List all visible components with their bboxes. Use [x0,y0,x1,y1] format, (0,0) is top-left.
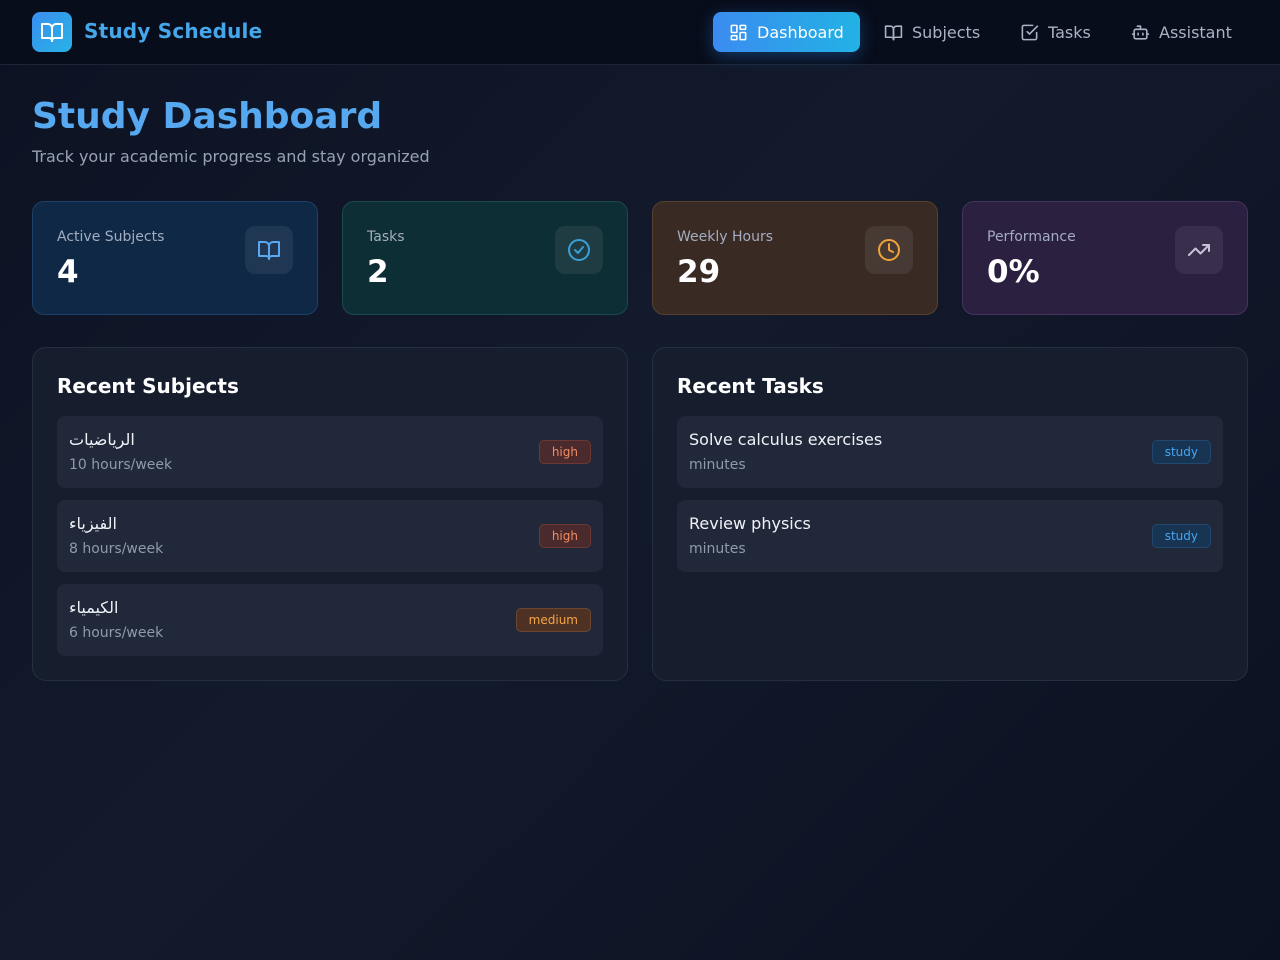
stat-icon-wrap [245,226,293,274]
stat-card-performance: Performance 0% [962,201,1248,315]
task-name: Solve calculus exercises [689,430,883,449]
subject-name: الكيمياء [69,598,119,617]
top-navbar: Study Schedule Dashboard Subjects Tasks [0,0,1280,65]
stat-icon-wrap [865,226,913,274]
page-title: Study Dashboard [32,96,383,137]
app-title: Study Schedule [84,19,263,43]
priority-badge: high [538,524,591,548]
stat-icon-wrap [555,226,603,274]
check-square-icon [1021,24,1039,40]
book-open-icon [41,23,63,42]
nav-subjects-label: Subjects [912,22,981,42]
panel-title: Recent Tasks [677,374,824,398]
panel-title: Recent Subjects [57,374,239,398]
nav-tasks-label: Tasks [1048,22,1091,42]
subject-name: الرياضيات [69,430,135,449]
stat-icon-wrap [1175,226,1223,274]
task-duration: minutes [689,457,746,473]
priority-badge: medium [515,608,591,632]
app-logo[interactable] [32,12,72,52]
subject-hours: 8 hours/week [69,541,164,557]
subject-item[interactable]: الفيزياء 8 hours/week high [57,500,603,572]
stat-label: Active Subjects [57,229,165,245]
stat-label: Weekly Hours [677,229,773,245]
trending-up-icon [1188,244,1210,256]
task-item[interactable]: Review physics minutes study [677,500,1223,572]
task-type-badge: study [1151,440,1211,464]
stat-label: Performance [987,229,1076,245]
task-duration: minutes [689,541,746,557]
stat-value: 4 [57,254,79,290]
book-open-icon [258,241,280,260]
nav-dashboard-label: Dashboard [757,22,844,42]
stat-value: 2 [367,254,389,290]
task-type-badge: study [1151,524,1211,548]
stat-card-active-subjects: Active Subjects 4 [32,201,318,315]
bot-icon [1131,24,1150,40]
recent-subjects-panel: Recent Subjects الرياضيات 10 hours/week … [32,347,628,681]
subject-item[interactable]: الكيمياء 6 hours/week medium [57,584,603,656]
subject-hours: 6 hours/week [69,625,164,641]
stat-value: 29 [677,254,721,290]
task-name: Review physics [689,514,811,533]
subject-hours: 10 hours/week [69,457,173,473]
stat-card-weekly-hours: Weekly Hours 29 [652,201,938,315]
subject-name: الفيزياء [69,514,117,533]
priority-badge: high [538,440,591,464]
nav-assistant[interactable]: Assistant [1115,12,1248,52]
grid-icon [730,24,747,40]
subject-item[interactable]: الرياضيات 10 hours/week high [57,416,603,488]
nav-subjects[interactable]: Subjects [868,12,996,52]
check-circle-icon [568,239,590,261]
stat-card-tasks: Tasks 2 [342,201,628,315]
nav-dashboard[interactable]: Dashboard [713,12,860,52]
nav-tasks[interactable]: Tasks [1004,12,1107,52]
nav-assistant-label: Assistant [1159,22,1232,42]
clock-icon [878,239,900,261]
stat-value: 0% [987,254,1040,290]
page-subtitle: Track your academic progress and stay or… [32,147,430,166]
stat-label: Tasks [367,229,405,245]
task-item[interactable]: Solve calculus exercises minutes study [677,416,1223,488]
recent-tasks-panel: Recent Tasks Solve calculus exercises mi… [652,347,1248,681]
book-open-icon [884,24,903,40]
